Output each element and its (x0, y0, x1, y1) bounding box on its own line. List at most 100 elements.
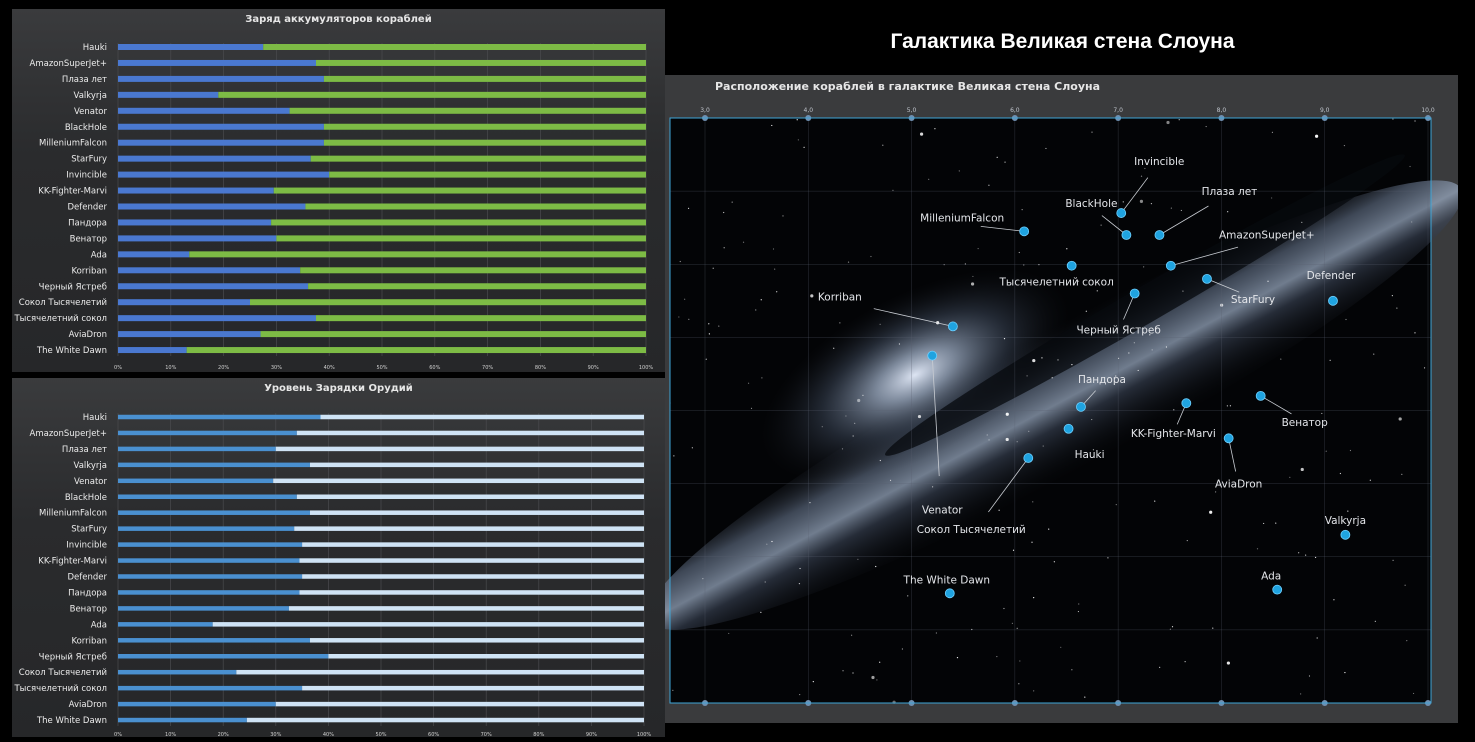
bar-segment (118, 107, 290, 114)
star (1321, 412, 1323, 415)
category-label: AmazonSuperJet+ (30, 429, 107, 439)
ship-label: Valkyrja (1325, 515, 1366, 527)
ship-label: Venator (922, 505, 963, 517)
bar-segment (186, 347, 646, 354)
x-tick-label: 100% (637, 732, 652, 737)
ship-label: KK-Fighter-Marvi (1131, 428, 1216, 440)
category-label: Венатор (70, 234, 107, 244)
category-label: Venator (74, 477, 108, 487)
category-label: Тысячелетний сокол (13, 314, 107, 324)
star (1031, 541, 1033, 543)
bar-segment (329, 171, 646, 178)
star (687, 207, 690, 209)
category-label: Korriban (71, 636, 107, 646)
star (870, 255, 872, 258)
category-label: Пандора (68, 588, 107, 598)
star (901, 648, 904, 650)
star (1023, 264, 1025, 266)
category-label: Ada (91, 620, 107, 630)
bar-segment (118, 542, 303, 547)
star (879, 323, 881, 325)
category-label: StarFury (71, 155, 107, 165)
category-label: Korriban (71, 266, 107, 276)
star (718, 325, 720, 327)
bar-segment (118, 75, 324, 82)
x-tick-label: 3,0 (700, 107, 710, 114)
category-label: Defender (67, 573, 107, 583)
category-label: KK-Fighter-Marvi (38, 557, 107, 567)
star (1096, 290, 1098, 292)
x-tick-label: 80% (535, 365, 546, 371)
category-label: Invincible (66, 541, 107, 551)
star (854, 422, 856, 424)
star (723, 247, 725, 249)
star (862, 394, 864, 396)
star (1305, 554, 1307, 556)
star (1060, 646, 1062, 648)
star (1180, 209, 1182, 212)
star (1215, 491, 1217, 493)
star (1078, 603, 1080, 605)
x-tick-label: 50% (376, 365, 387, 371)
star (988, 439, 990, 441)
star (1178, 119, 1180, 121)
star (892, 189, 894, 191)
star (1057, 359, 1059, 361)
star (1011, 622, 1013, 624)
star (934, 128, 936, 130)
star (882, 144, 884, 146)
star (1166, 120, 1170, 125)
x-tick-label: 60% (429, 365, 440, 371)
star (847, 261, 850, 263)
star (672, 689, 674, 691)
star (1154, 500, 1156, 502)
ship-location-chart: Расположение кораблей в галактике Велика… (647, 75, 1463, 723)
star (1316, 637, 1318, 639)
ship-label: Korriban (818, 291, 862, 303)
bar-segment (118, 717, 247, 723)
star (1227, 211, 1229, 213)
star (797, 139, 799, 141)
category-label: Invincible (66, 171, 107, 181)
star (996, 156, 998, 158)
ship-point (1181, 398, 1192, 409)
x-tick-label: 4,0 (804, 107, 814, 114)
ship-label: Венатор (1282, 417, 1329, 429)
bar-segment (310, 155, 646, 162)
bar-segment (320, 414, 644, 420)
bar-segment (300, 267, 646, 274)
category-label: Hauki (83, 413, 107, 423)
star (1033, 597, 1035, 599)
star (1122, 201, 1124, 203)
star (1019, 660, 1021, 662)
star (1159, 666, 1161, 668)
star (742, 241, 745, 243)
category-label: Плаза лет (62, 75, 107, 85)
star (1412, 692, 1415, 695)
bar-segment (299, 590, 644, 595)
star (889, 479, 892, 481)
bar-segment (328, 654, 644, 659)
star (935, 632, 937, 634)
star (708, 333, 710, 335)
bar-segment (218, 91, 646, 98)
star (879, 459, 881, 462)
star (1374, 620, 1376, 622)
ship-label: StarFury (1231, 294, 1275, 306)
star (958, 170, 960, 172)
bar-segment (302, 574, 644, 579)
star (708, 323, 710, 325)
chart-title: Расположение кораблей в галактике Велика… (715, 80, 1101, 93)
star (772, 248, 775, 250)
star (1409, 165, 1411, 168)
bar-segment (189, 251, 646, 258)
bar-segment (118, 59, 316, 66)
star (1398, 417, 1402, 421)
ship-label: Тысячелетний сокол (999, 277, 1114, 289)
bar-segment (309, 638, 644, 643)
bar-segment (118, 510, 310, 515)
star (1053, 561, 1055, 563)
star (771, 540, 773, 543)
bar-segment (118, 430, 297, 436)
ship-point (1019, 226, 1030, 237)
